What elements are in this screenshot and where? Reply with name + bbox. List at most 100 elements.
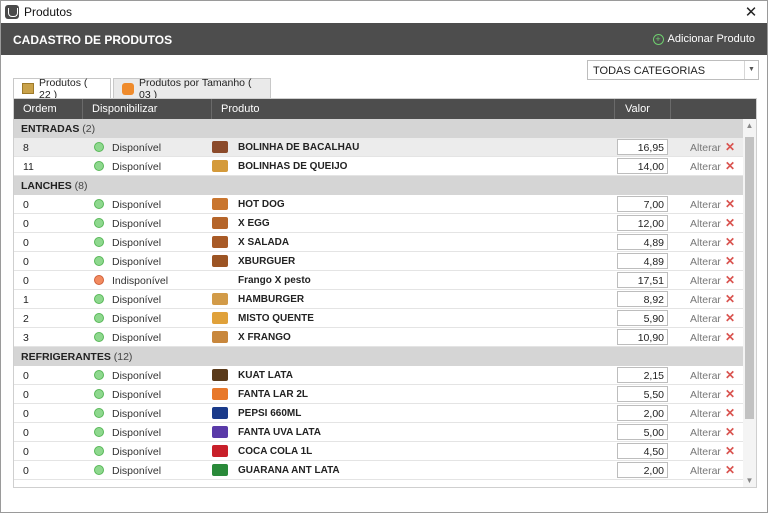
delete-icon[interactable]: ✕: [725, 444, 735, 458]
delete-icon[interactable]: ✕: [725, 406, 735, 420]
delete-icon[interactable]: ✕: [725, 273, 735, 287]
price-input[interactable]: 5,90: [617, 310, 668, 326]
edit-link[interactable]: Alterar: [690, 389, 721, 401]
available-icon[interactable]: [94, 218, 104, 228]
price-input[interactable]: 5,00: [617, 424, 668, 440]
price-input[interactable]: 2,15: [617, 367, 668, 383]
edit-link[interactable]: Alterar: [690, 199, 721, 211]
edit-link[interactable]: Alterar: [690, 446, 721, 458]
table-row[interactable]: 0 Disponível HOT DOG 7,00 Alterar ✕: [14, 195, 743, 214]
scroll-down-icon[interactable]: ▼: [743, 476, 756, 485]
table-row[interactable]: 0 Disponível KUAT LATA 2,15 Alterar ✕: [14, 366, 743, 385]
price-input[interactable]: 7,00: [617, 196, 668, 212]
tab-produtos-por-tamanho[interactable]: Produtos por Tamanho ( 03 ): [113, 77, 271, 101]
edit-link[interactable]: Alterar: [690, 427, 721, 439]
edit-link[interactable]: Alterar: [690, 275, 721, 287]
edit-link[interactable]: Alterar: [690, 161, 721, 173]
price-input[interactable]: 2,00: [617, 405, 668, 421]
group-header[interactable]: REFRIGERANTES (12): [14, 347, 743, 366]
delete-icon[interactable]: ✕: [725, 387, 735, 401]
tab-produtos[interactable]: Produtos ( 22 ): [13, 77, 111, 101]
delete-icon[interactable]: ✕: [725, 311, 735, 325]
group-header[interactable]: ENTRADAS (2): [14, 119, 743, 138]
table-row[interactable]: 3 Disponível X FRANGO 10,90 Alterar ✕: [14, 328, 743, 347]
col-disponibilizar[interactable]: Disponibilizar: [92, 103, 157, 115]
delete-icon[interactable]: ✕: [725, 425, 735, 439]
delete-icon[interactable]: ✕: [725, 140, 735, 154]
table-row[interactable]: 0 Disponível COCA COLA 1L 4,50 Alterar ✕: [14, 442, 743, 461]
price-input[interactable]: 17,51: [617, 272, 668, 288]
table-row[interactable]: 0 Disponível X EGG 12,00 Alterar ✕: [14, 214, 743, 233]
table-row[interactable]: 0 Disponível XBURGUER 4,89 Alterar ✕: [14, 252, 743, 271]
price-input[interactable]: 4,50: [617, 443, 668, 459]
edit-link[interactable]: Alterar: [690, 256, 721, 268]
edit-link[interactable]: Alterar: [690, 142, 721, 154]
col-produto[interactable]: Produto: [221, 103, 260, 115]
price-input[interactable]: 2,00: [617, 462, 668, 478]
add-product-button[interactable]: + Adicionar Produto: [652, 33, 755, 45]
scroll-thumb[interactable]: [745, 137, 754, 419]
category-select[interactable]: TODAS CATEGORIAS ▼: [587, 60, 759, 80]
edit-link[interactable]: Alterar: [690, 370, 721, 382]
price-input[interactable]: 12,00: [617, 215, 668, 231]
available-icon[interactable]: [94, 256, 104, 266]
available-icon[interactable]: [94, 199, 104, 209]
price-input[interactable]: 4,89: [617, 234, 668, 250]
table-row[interactable]: 0 Disponível X SALADA 4,89 Alterar ✕: [14, 233, 743, 252]
table-row[interactable]: 0 Disponível PEPSI 660ML 2,00 Alterar ✕: [14, 404, 743, 423]
col-valor[interactable]: Valor: [625, 103, 650, 115]
delete-icon[interactable]: ✕: [725, 197, 735, 211]
queijo-icon: [212, 160, 228, 172]
delete-icon[interactable]: ✕: [725, 463, 735, 477]
price-input[interactable]: 8,92: [617, 291, 668, 307]
available-icon[interactable]: [94, 408, 104, 418]
delete-icon[interactable]: ✕: [725, 216, 735, 230]
price-input[interactable]: 4,89: [617, 253, 668, 269]
edit-link[interactable]: Alterar: [690, 332, 721, 344]
edit-link[interactable]: Alterar: [690, 465, 721, 477]
price-input[interactable]: 10,90: [617, 329, 668, 345]
table-row[interactable]: 0 Disponível GUARANA ANT LATA 2,00 Alterar ✕: [14, 461, 743, 480]
available-icon[interactable]: [94, 237, 104, 247]
available-icon[interactable]: [94, 294, 104, 304]
delete-icon[interactable]: ✕: [725, 254, 735, 268]
edit-link[interactable]: Alterar: [690, 294, 721, 306]
delete-icon[interactable]: ✕: [725, 159, 735, 173]
can-icon: [212, 426, 228, 438]
available-icon[interactable]: [94, 313, 104, 323]
table-row[interactable]: 1 Disponível HAMBURGER 8,92 Alterar ✕: [14, 290, 743, 309]
price-input[interactable]: 16,95: [617, 139, 668, 155]
available-icon[interactable]: [94, 332, 104, 342]
scroll-up-icon[interactable]: ▲: [743, 121, 756, 130]
available-icon[interactable]: [94, 389, 104, 399]
available-icon[interactable]: [94, 161, 104, 171]
table-row[interactable]: 8 Disponível BOLINHA DE BACALHAU 16,95 Alter…: [14, 138, 743, 157]
available-icon[interactable]: [94, 446, 104, 456]
unavailable-icon[interactable]: [94, 275, 104, 285]
delete-icon[interactable]: ✕: [725, 292, 735, 306]
edit-link[interactable]: Alterar: [690, 218, 721, 230]
delete-icon[interactable]: ✕: [725, 330, 735, 344]
available-icon[interactable]: [94, 142, 104, 152]
col-ordem[interactable]: Ordem: [23, 103, 57, 115]
group-header[interactable]: LANCHES (8): [14, 176, 743, 195]
available-icon[interactable]: [94, 427, 104, 437]
available-icon[interactable]: [94, 465, 104, 475]
table-row[interactable]: 0 Disponível FANTA UVA LATA 5,00 Alterar ✕: [14, 423, 743, 442]
delete-icon[interactable]: ✕: [725, 368, 735, 382]
edit-link[interactable]: Alterar: [690, 237, 721, 249]
status-label: Disponível: [112, 370, 162, 382]
edit-link[interactable]: Alterar: [690, 408, 721, 420]
table-row[interactable]: 0 Indisponível Frango X pesto 17,51 Alterar ✕: [14, 271, 743, 290]
delete-icon[interactable]: ✕: [725, 235, 735, 249]
available-icon[interactable]: [94, 370, 104, 380]
table-row[interactable]: 0 Disponível FANTA LAR 2L 5,50 Alterar ✕: [14, 385, 743, 404]
price-input[interactable]: 5,50: [617, 386, 668, 402]
close-icon[interactable]: ✕: [743, 3, 759, 21]
product-name: GUARANA ANT LATA: [238, 465, 340, 476]
table-row[interactable]: 2 Disponível MISTO QUENTE 5,90 Alterar ✕: [14, 309, 743, 328]
table-row[interactable]: 11 Disponível BOLINHAS DE QUEIJO 14,00 Alter…: [14, 157, 743, 176]
price-input[interactable]: 14,00: [617, 158, 668, 174]
edit-link[interactable]: Alterar: [690, 313, 721, 325]
vertical-scrollbar[interactable]: ▲ ▼: [743, 119, 756, 487]
